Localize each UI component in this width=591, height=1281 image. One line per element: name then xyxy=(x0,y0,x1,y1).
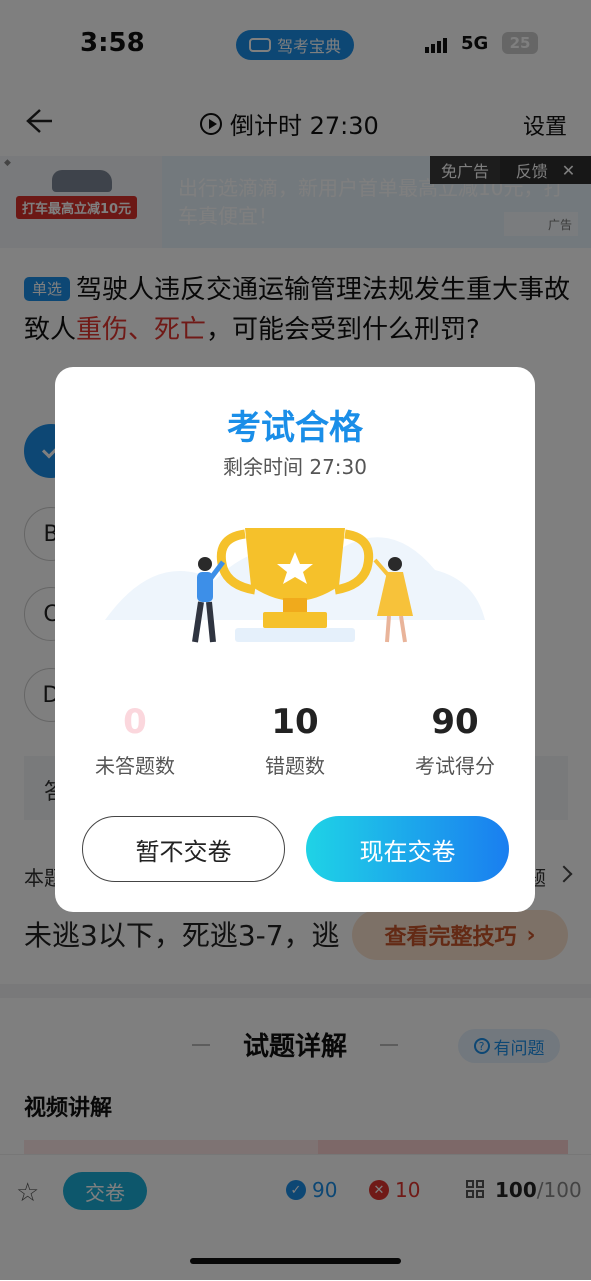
stat-value: 90 xyxy=(431,702,479,742)
result-title: 考试合格 xyxy=(227,408,363,448)
trophy-illustration xyxy=(105,528,485,643)
not-submit-button[interactable]: 暂不交卷 xyxy=(82,816,285,882)
stat-value: 10 xyxy=(271,702,319,742)
stat-label: 考试得分 xyxy=(415,754,495,778)
stat-value: 0 xyxy=(123,702,147,742)
submit-now-button[interactable]: 现在交卷 xyxy=(306,816,509,882)
remaining-time: 剩余时间 27:30 xyxy=(223,455,367,479)
stat-wrong: 10 错题数 xyxy=(215,702,375,779)
stat-label: 错题数 xyxy=(265,754,325,778)
stat-label: 未答题数 xyxy=(95,754,175,778)
stat-unanswered: 0 未答题数 xyxy=(55,702,215,779)
stat-score: 90 考试得分 xyxy=(375,702,535,779)
